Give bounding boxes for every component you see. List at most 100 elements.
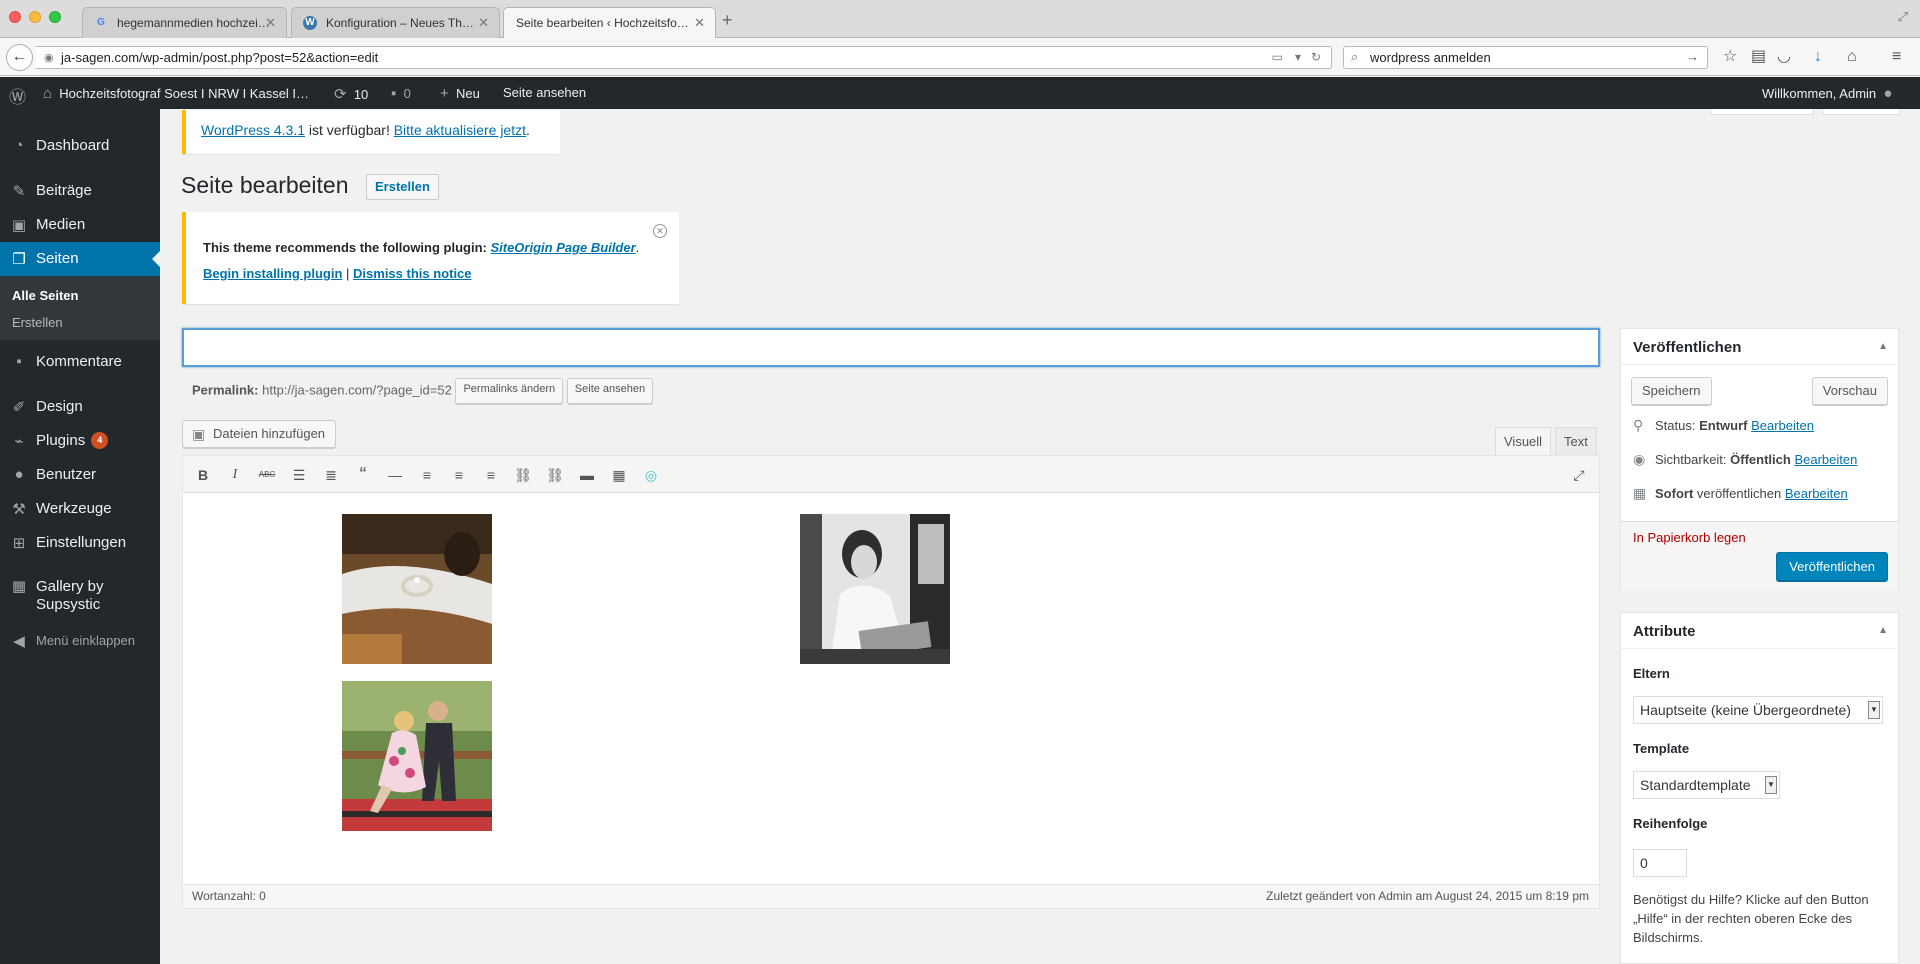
publish-button[interactable]: Veröffentlichen [1776, 552, 1888, 582]
couple-photo[interactable] [342, 681, 492, 831]
tab-title: Seite bearbeiten ‹ Hochzeitsfo… [516, 16, 689, 30]
order-input[interactable] [1633, 849, 1687, 877]
new-content-link[interactable]: + Neu [440, 85, 480, 102]
tab-text[interactable]: Text [1555, 427, 1597, 455]
template-select[interactable]: Standardtemplate ▼ [1633, 771, 1780, 799]
screen-options-tab[interactable] [1710, 109, 1814, 115]
align-left-icon[interactable]: ≡ [417, 465, 437, 485]
collapse-arrow-icon[interactable]: ▲ [1878, 625, 1888, 636]
numbered-list-icon[interactable]: ≣ [321, 465, 341, 485]
download-icon[interactable]: ↓ [1814, 48, 1822, 66]
strikethrough-icon[interactable]: ABC [257, 465, 277, 485]
sidebar-item-posts[interactable]: ✎ Beiträge [0, 174, 160, 208]
new-tab-button[interactable]: + [722, 11, 733, 29]
browser-tab-active[interactable]: Seite bearbeiten ‹ Hochzeitsfo… ✕ [503, 7, 716, 39]
collapse-arrow-icon[interactable]: ▲ [1878, 341, 1888, 352]
preview-button[interactable]: Vorschau [1811, 377, 1888, 405]
sidebar-item-settings[interactable]: ⊞ Einstellungen [0, 526, 160, 560]
edit-schedule-link[interactable]: Bearbeiten [1785, 486, 1848, 501]
home-icon[interactable]: ⌂ [1847, 48, 1857, 66]
wordpress-logo-icon[interactable]: Ⓦ [9, 83, 26, 108]
sidebar-item-pages[interactable]: ❐ Seiten [0, 242, 160, 276]
dropdown-icon[interactable]: ▾ [1295, 50, 1301, 64]
sidebar-item-comments[interactable]: ▪ Kommentare [0, 345, 160, 379]
sidebar-item-plugins[interactable]: ⌁ Plugins 4 [0, 424, 160, 458]
url-bar[interactable]: ◉ ja-sagen.com/wp-admin/post.php?post=52… [36, 46, 1332, 69]
edit-visibility-link[interactable]: Bearbeiten [1794, 452, 1857, 467]
align-right-icon[interactable]: ≡ [481, 465, 501, 485]
update-now-link[interactable]: Bitte aktualisiere jetzt [394, 122, 526, 138]
insert-link-icon[interactable]: ⛓ [513, 465, 533, 485]
collapse-menu-button[interactable]: ◀ Menü einklappen [0, 624, 160, 658]
url-text: ja-sagen.com/wp-admin/post.php?post=52&a… [61, 50, 379, 65]
align-center-icon[interactable]: ≡ [449, 465, 469, 485]
wedding-ring-photo[interactable] [342, 514, 492, 664]
sidebar-item-design[interactable]: ✐ Design [0, 390, 160, 424]
change-permalink-button[interactable]: Permalinks ändern [455, 378, 564, 404]
pages-icon: ❐ [12, 251, 26, 268]
wordpress-version-link[interactable]: WordPress 4.3.1 [201, 122, 305, 138]
add-media-button[interactable]: ▣ Dateien hinzufügen [182, 420, 337, 448]
italic-icon[interactable]: I [225, 465, 245, 485]
close-tab-icon[interactable]: ✕ [265, 15, 276, 31]
view-site-link[interactable]: Seite ansehen [503, 85, 586, 100]
close-tab-icon[interactable]: ✕ [694, 15, 705, 31]
template-select-value: Standardtemplate [1640, 777, 1751, 793]
title-input[interactable] [182, 328, 1600, 367]
updates-icon: ⟳ [334, 86, 347, 103]
horizontal-line-icon[interactable]: — [385, 465, 405, 485]
brush-icon: ✐ [12, 399, 26, 416]
remove-link-icon[interactable]: ⛓ [545, 465, 565, 485]
move-to-trash-link[interactable]: In Papierkorb legen [1633, 530, 1746, 545]
reload-icon[interactable]: ↻ [1311, 50, 1321, 64]
fullscreen-icon[interactable]: ⤢ [1898, 9, 1908, 25]
view-page-button[interactable]: Seite ansehen [566, 378, 654, 404]
sidebar-item-tools[interactable]: ⚒ Werkzeuge [0, 492, 160, 526]
minimize-window-button[interactable] [29, 11, 41, 23]
plugin-link[interactable]: SiteOrigin Page Builder [490, 240, 635, 255]
bold-icon[interactable]: B [193, 465, 213, 485]
updates-link[interactable]: ⟳ 10 [334, 85, 368, 103]
parent-select[interactable]: Hauptseite (keine Übergeordnete) ▼ [1633, 696, 1883, 724]
grammar-plugin-icon[interactable]: ◎ [641, 465, 661, 485]
create-page-button[interactable]: Erstellen [366, 174, 439, 200]
browser-tab[interactable]: W Konfiguration – Neues Th… ✕ [291, 7, 500, 38]
blockquote-icon[interactable]: “ [353, 465, 373, 485]
back-button[interactable]: ← [6, 44, 33, 71]
distraction-free-icon[interactable]: ⤢ [1569, 465, 1589, 485]
sidebar-item-dashboard[interactable]: ◔ Dashboard [0, 129, 160, 163]
content-editor[interactable]: B I ABC ☰ ≣ “ — ≡ ≡ ≡ ⛓ ⛓ ▬ ▦ ◎ ⤢ Wortan… [182, 455, 1600, 909]
submenu-create[interactable]: Erstellen [12, 315, 63, 330]
close-window-button[interactable] [9, 11, 21, 23]
save-draft-button[interactable]: Speichern [1631, 377, 1712, 405]
account-link[interactable]: Willkommen, Admin ● [1762, 85, 1892, 102]
bookmarks-list-icon[interactable]: ▤ [1751, 48, 1766, 66]
menu-icon[interactable]: ≡ [1892, 48, 1901, 66]
toolbar-toggle-icon[interactable]: ▦ [609, 465, 629, 485]
search-go-icon[interactable]: → [1686, 49, 1699, 64]
search-bar[interactable]: ⌕ wordpress anmelden → [1343, 46, 1708, 69]
sidebar-item-media[interactable]: ▣ Medien [0, 208, 160, 242]
maximize-window-button[interactable] [49, 11, 61, 23]
dismiss-notice-link[interactable]: Dismiss this notice [353, 266, 471, 281]
submenu-all-pages[interactable]: Alle Seiten [12, 288, 78, 303]
help-tab[interactable] [1822, 109, 1900, 115]
edit-status-link[interactable]: Bearbeiten [1751, 418, 1814, 433]
browser-tab[interactable]: G hegemannmedien hochzei… ✕ [82, 7, 287, 38]
tab-visual[interactable]: Visuell [1495, 427, 1552, 455]
bullet-list-icon[interactable]: ☰ [289, 465, 309, 485]
parent-select-value: Hauptseite (keine Übergeordnete) [1640, 702, 1851, 718]
reader-view-icon[interactable]: ▭ [1272, 50, 1283, 64]
site-name-link[interactable]: ⌂ Hochzeitsfotograf Soest I NRW I Kassel… [43, 85, 309, 102]
close-notice-icon[interactable]: ✕ [653, 224, 667, 238]
read-more-icon[interactable]: ▬ [577, 465, 597, 485]
sidebar-item-users[interactable]: ● Benutzer [0, 458, 160, 492]
bookmark-star-icon[interactable]: ☆ [1723, 48, 1737, 66]
pocket-icon[interactable]: ◡ [1777, 48, 1791, 66]
install-plugin-link[interactable]: Begin installing plugin [203, 266, 342, 281]
comments-link[interactable]: ▪ 0 [391, 85, 411, 102]
close-tab-icon[interactable]: ✕ [478, 15, 489, 31]
add-media-label: Dateien hinzufügen [213, 426, 326, 441]
bride-reading-photo[interactable] [800, 514, 950, 664]
sidebar-item-gallery[interactable]: ▦ Gallery by Supsystic [0, 570, 150, 614]
